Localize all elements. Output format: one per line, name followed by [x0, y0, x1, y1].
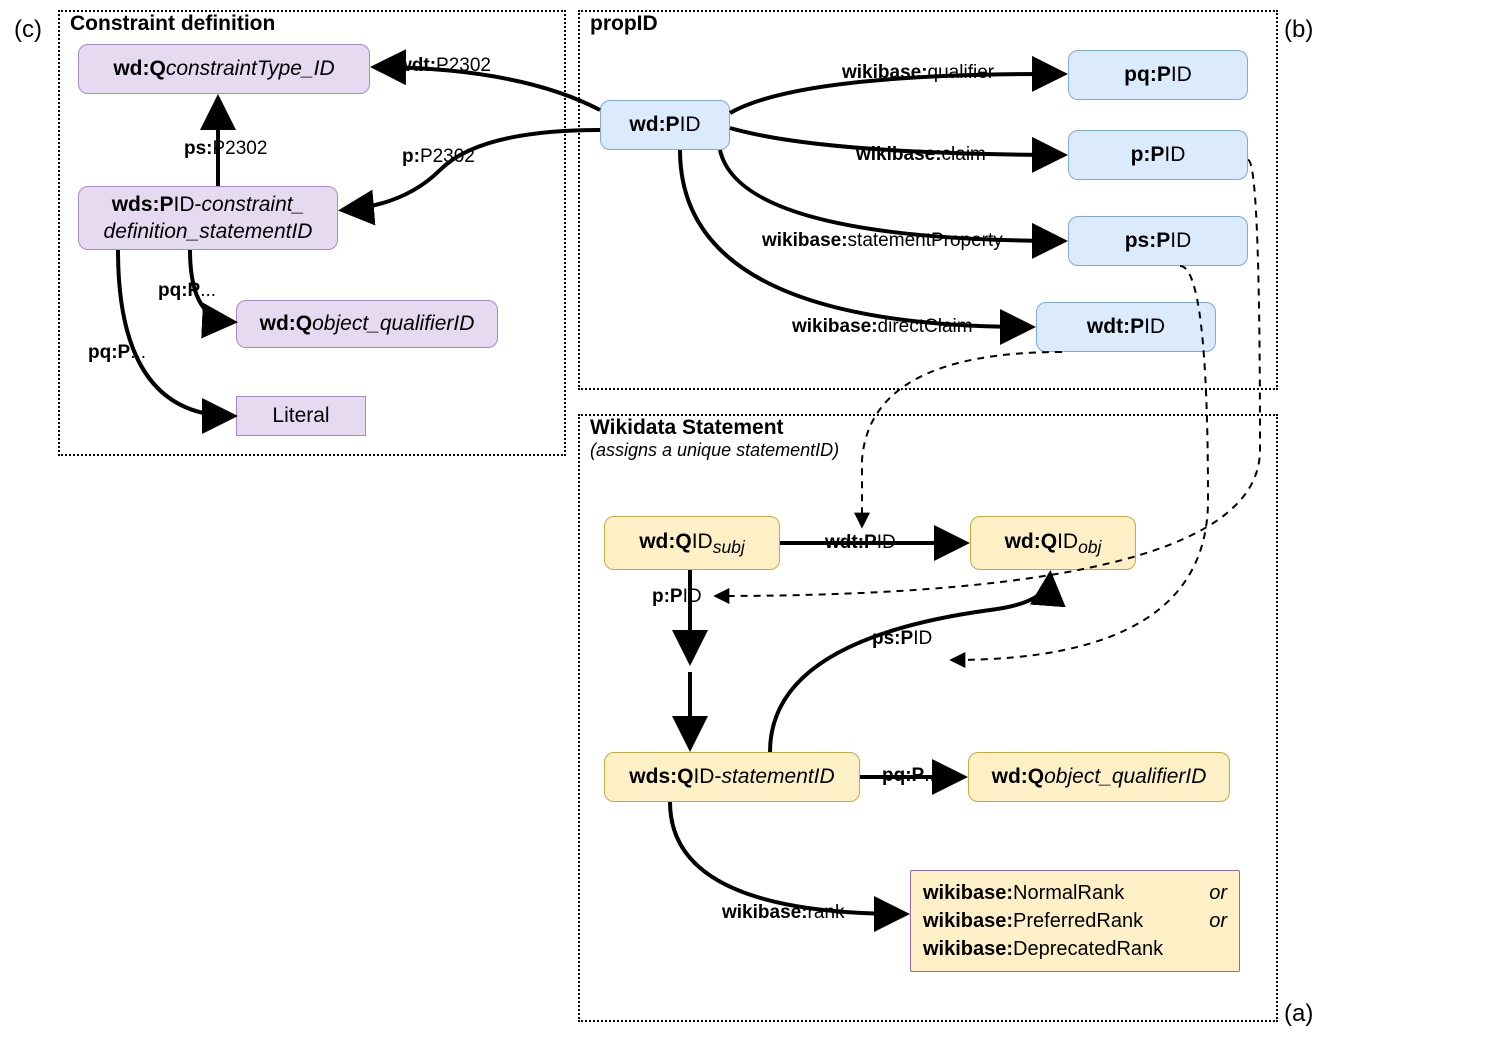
- edge-wb-qualifier: wikibase:qualifier: [840, 62, 996, 84]
- side-label-b: (b): [1284, 16, 1313, 44]
- panel-title-statement: Wikidata Statement: [586, 416, 788, 440]
- edge-pqP-1: pq:P...: [156, 280, 218, 302]
- node-wdQ-obj: wd:QIDobj: [970, 516, 1136, 570]
- edge-wdtP2302: wdt:P2302: [395, 55, 493, 77]
- edge-psPID-stmt: ps:PID: [870, 628, 934, 650]
- node-wdsQID-statementID: wds:QID-statementID: [604, 752, 860, 802]
- panel-title-propid: propID: [586, 12, 662, 36]
- edge-pqP-2: pq:P...: [86, 342, 148, 364]
- edge-pPID-stmt: p:PID: [650, 586, 704, 608]
- node-literal: Literal: [236, 396, 366, 436]
- edge-pP2302: p:P2302: [400, 146, 477, 168]
- side-label-a: (a): [1284, 1000, 1313, 1028]
- edge-wdtPID-stmt: wdt:PID: [823, 532, 898, 554]
- edge-wb-directclaim: wikibase:directClaim: [790, 316, 975, 338]
- edge-psP2302: ps:P2302: [182, 138, 269, 160]
- node-wdPID: wd:PID: [600, 100, 730, 150]
- panel-subtitle-statement: (assigns a unique statementID): [586, 440, 843, 461]
- edge-pqP-stmt: pq:P...: [880, 765, 942, 787]
- edge-wb-claim: wikibase:claim: [854, 144, 988, 166]
- edge-wb-stmtprop: wikibase:statementProperty: [760, 230, 1005, 252]
- node-wdsPID-constraintdef: wds:PID-constraint_ definition_statement…: [78, 186, 338, 250]
- node-psPID: ps:PID: [1068, 216, 1248, 266]
- node-wdQ-object-qualifier: wd:Qobject_qualifierID: [236, 300, 498, 348]
- node-wdtPID: wdt:PID: [1036, 302, 1216, 352]
- side-label-c: (c): [14, 16, 42, 44]
- edge-wb-rank: wikibase:rank: [720, 902, 847, 924]
- node-pPID: p:PID: [1068, 130, 1248, 180]
- node-wdQ-object-qualifier2: wd:Qobject_qualifierID: [968, 752, 1230, 802]
- panel-title-constraint: Constraint definition: [66, 12, 279, 36]
- node-wdQ-subj: wd:QIDsubj: [604, 516, 780, 570]
- node-wdQ-constraintType: wd:QconstraintType_ID: [78, 44, 370, 94]
- node-pqPID: pq:PID: [1068, 50, 1248, 100]
- node-rank-box: wikibase:NormalRankor wikibase:Preferred…: [910, 870, 1240, 972]
